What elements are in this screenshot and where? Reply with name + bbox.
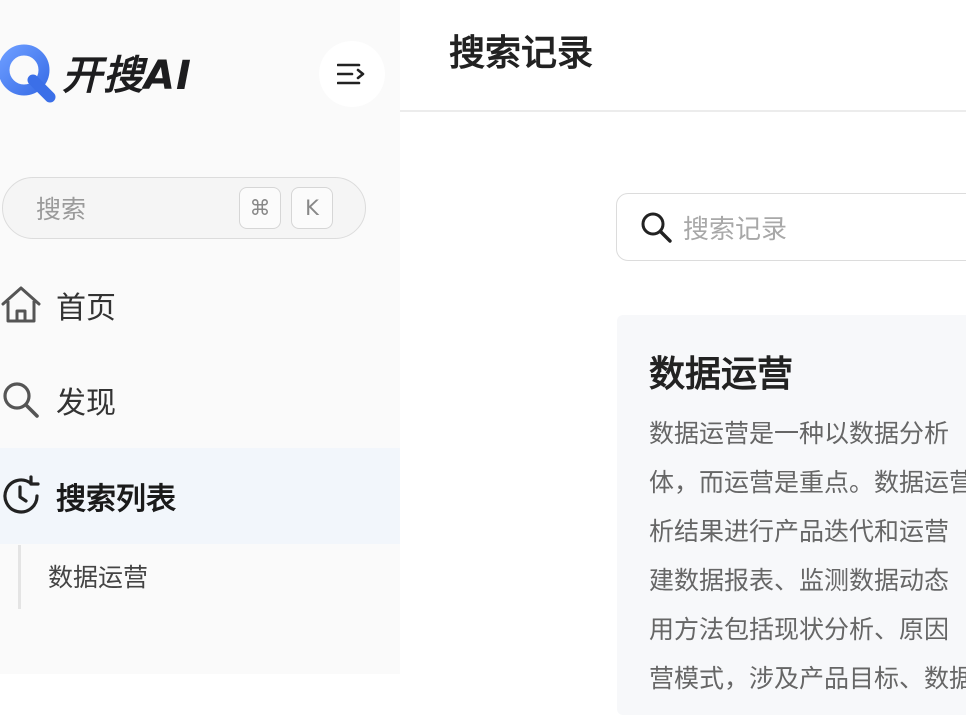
search-icon — [0, 379, 42, 421]
brand-logo[interactable]: 开搜AI — [0, 40, 192, 104]
sidebar-item-search-list[interactable]: 搜索列表 — [0, 448, 400, 544]
header-divider — [400, 110, 966, 112]
collapse-sidebar-button[interactable] — [319, 41, 385, 107]
sidebar-search-placeholder: 搜索 — [36, 195, 87, 224]
history-search-input[interactable]: 搜索记录 — [616, 193, 966, 261]
history-card[interactable]: 数据运营 数据运营是一种以数据分析 体，而运营是重点。数据运营 析结果进行产品迭… — [617, 315, 966, 715]
logo-mark-icon — [0, 44, 56, 103]
history-search-placeholder: 搜索记录 — [683, 214, 788, 245]
sidebar-item-label: 发现 — [56, 386, 116, 421]
home-icon — [0, 284, 42, 326]
card-summary-line: 析结果进行产品迭代和运营 — [649, 517, 950, 546]
card-summary-line: 体，而运营是重点。数据运营 — [649, 468, 966, 497]
history-icon — [0, 475, 42, 517]
search-icon — [641, 212, 672, 243]
shortcut-k-key: K — [291, 187, 333, 229]
history-tree-line — [18, 545, 21, 609]
card-summary-line: 建数据报表、监测数据动态 — [649, 566, 950, 595]
sidebar-search-input[interactable]: 搜索 ⌘ K — [2, 177, 366, 239]
card-summary-line: 数据运营是一种以数据分析 — [649, 419, 950, 448]
card-summary-line: 用方法包括现状分析、原因 — [649, 615, 950, 644]
sidebar: 开搜AI 搜索 ⌘ K 首页 发现 搜索列表 数据运营 — [0, 0, 400, 674]
sidebar-item-label: 搜索列表 — [56, 482, 176, 517]
history-item[interactable]: 数据运营 — [48, 558, 148, 594]
card-summary: 数据运营是一种以数据分析 体，而运营是重点。数据运营 析结果进行产品迭代和运营 … — [649, 409, 966, 703]
brand-name: 开搜AI — [62, 53, 192, 99]
page-title: 搜索记录 — [449, 33, 594, 74]
sidebar-item-label: 首页 — [56, 291, 116, 326]
menu-collapse-icon — [337, 63, 365, 85]
sidebar-item-home[interactable]: 首页 — [0, 257, 400, 353]
shortcut-cmd-key: ⌘ — [239, 187, 281, 229]
sidebar-item-discover[interactable]: 发现 — [0, 352, 400, 448]
card-title: 数据运营 — [649, 354, 794, 395]
card-summary-line: 营模式，涉及产品目标、数据 — [649, 664, 966, 693]
